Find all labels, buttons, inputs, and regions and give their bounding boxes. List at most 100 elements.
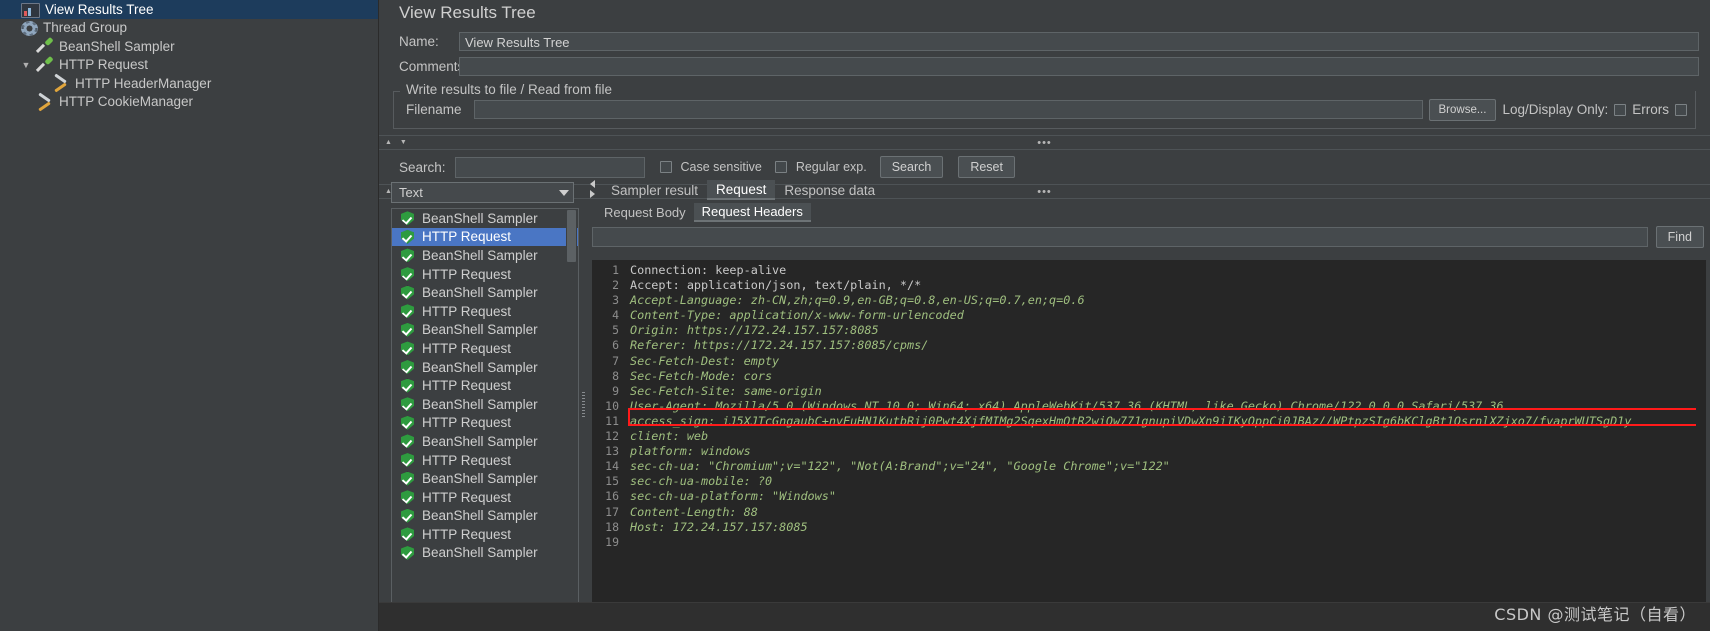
list-item[interactable]: HTTP Request	[392, 376, 578, 395]
chevron-down-icon[interactable]	[559, 189, 569, 196]
list-item[interactable]: HTTP Request	[392, 265, 578, 284]
line-number: 16	[605, 489, 619, 504]
errors-label: Errors	[1632, 102, 1669, 117]
tree-item-beanshell-sampler[interactable]: BeanShell Sampler	[0, 37, 378, 56]
list-item-label: HTTP Request	[422, 378, 512, 394]
code-line: Sec-Fetch-Mode: cors	[630, 368, 773, 383]
list-item-label: HTTP Request	[422, 266, 512, 282]
line-number: 4	[612, 308, 619, 323]
results-icon	[21, 2, 40, 18]
tab-response-data[interactable]: Response data	[775, 180, 884, 200]
render-selector-value: Text	[399, 185, 423, 200]
line-number: 7	[612, 353, 619, 368]
reset-button[interactable]: Reset	[958, 156, 1015, 178]
splitter-grip-icon[interactable]	[582, 391, 585, 418]
request-headers-viewer[interactable]: 1 2 3 4 5 6 7 8 9 10 11 12 13 14 15 16 17 18 19 Connection…	[592, 260, 1706, 631]
list-item[interactable]: BeanShell Sampler	[392, 544, 578, 563]
search-button[interactable]: Search	[879, 156, 944, 178]
success-shield-icon	[401, 545, 414, 560]
list-item[interactable]: BeanShell Sampler	[392, 358, 578, 377]
success-shield-icon	[401, 378, 414, 393]
successes-checkbox[interactable]	[1675, 103, 1687, 116]
success-shield-icon	[401, 508, 414, 523]
test-plan-tree[interactable]: View Results Tree Thread Group BeanShell S…	[0, 0, 379, 631]
list-item[interactable]: BeanShell Sampler	[392, 209, 578, 228]
success-shield-icon	[401, 285, 414, 300]
vertical-splitter[interactable]	[579, 178, 588, 631]
list-item[interactable]: BeanShell Sampler	[392, 395, 578, 414]
list-item[interactable]: BeanShell Sampler	[392, 469, 578, 488]
find-row: Find	[588, 222, 1710, 252]
list-item-label: BeanShell Sampler	[422, 210, 538, 226]
case-sensitive-checkbox[interactable]	[659, 161, 672, 173]
result-list-scroll-thumb[interactable]	[567, 210, 576, 262]
list-item[interactable]: HTTP Request	[392, 488, 578, 507]
list-item[interactable]: BeanShell Sampler	[392, 507, 578, 526]
line-number: 11	[605, 413, 619, 428]
tab-scroll-right-icon[interactable]	[589, 190, 595, 198]
line-number: 2	[612, 278, 619, 293]
code-line: access_sign: iJ5XJTcGngaubC+nvEuHN1KutbR…	[630, 413, 1632, 428]
search-input[interactable]	[454, 156, 645, 178]
name-input[interactable]: View Results Tree	[459, 32, 1699, 51]
render-selector[interactable]: Text	[391, 182, 574, 203]
url-link[interactable]: https://172.24.157.157:8085/cpms/	[694, 338, 928, 352]
find-input[interactable]	[592, 227, 1648, 247]
tree-item-http-cookiemanager[interactable]: HTTP CookieManager	[0, 93, 378, 112]
code-line: Accept: application/json, text/plain, */…	[630, 278, 922, 293]
regular-exp-checkbox[interactable]	[774, 161, 787, 173]
write-results-group: Write results to file / Read from file F…	[393, 82, 1696, 129]
list-item[interactable]: BeanShell Sampler	[392, 246, 578, 265]
list-item[interactable]: HTTP Request	[392, 451, 578, 470]
tree-item-http-headermanager[interactable]: HTTP HeaderManager	[0, 74, 378, 93]
collapse-arrows-icon[interactable]: ▲ ▼	[379, 139, 410, 146]
browse-button[interactable]: Browse...	[1428, 98, 1497, 121]
sampler-result-list[interactable]: BeanShell Sampler HTTP Request BeanShell S…	[391, 208, 579, 631]
code-line: sec-ch-ua-mobile: ?0	[630, 474, 773, 489]
comments-input[interactable]	[459, 57, 1699, 76]
list-item-label: HTTP Request	[422, 340, 512, 356]
result-list-scrollbar[interactable]	[566, 210, 577, 630]
code-line: sec-ch-ua: "Chromium";v="122", "Not(A:Br…	[630, 459, 1170, 474]
find-button[interactable]: Find	[1655, 226, 1704, 248]
errors-checkbox[interactable]	[1614, 103, 1627, 116]
list-item[interactable]: BeanShell Sampler	[392, 432, 578, 451]
list-item-label: HTTP Request	[422, 452, 512, 468]
case-sensitive-label: Case sensitive	[680, 160, 762, 174]
divider-grip-icon[interactable]: •••	[1037, 137, 1052, 148]
list-item[interactable]: HTTP Request	[392, 339, 578, 358]
tree-item-view-results-tree[interactable]: View Results Tree	[0, 0, 378, 19]
tab-request[interactable]: Request	[707, 180, 776, 200]
line-number: 17	[605, 504, 619, 519]
code-line: Content-Length: 88	[630, 504, 758, 519]
divider-upper[interactable]: ▲ ▼ •••	[379, 135, 1710, 150]
filename-input[interactable]	[474, 100, 1423, 119]
list-item[interactable]: HTTP Request	[392, 302, 578, 321]
code-scrollbar[interactable]	[1696, 260, 1706, 631]
url-link[interactable]: https://172.24.157.157:8085	[687, 323, 879, 337]
tab-scroll-left-icon[interactable]	[589, 180, 595, 188]
tab-request-body[interactable]: Request Body	[596, 203, 694, 222]
list-item[interactable]: BeanShell Sampler	[392, 283, 578, 302]
tab-scroll-arrows[interactable]	[588, 179, 596, 199]
line-number: 12	[605, 429, 619, 444]
list-item[interactable]: HTTP Request	[392, 525, 578, 544]
line-number: 18	[605, 519, 619, 534]
code-line: Content-Type: application/x-www-form-url…	[630, 308, 964, 323]
list-item[interactable]: BeanShell Sampler	[392, 321, 578, 340]
list-item-label: HTTP Request	[422, 526, 512, 542]
tab-sampler-result[interactable]: Sampler result	[602, 180, 707, 200]
view-results-tree-panel: View Results Tree Name: View Results Tre…	[379, 0, 1710, 631]
filename-label: Filename	[406, 102, 462, 117]
tree-item-http-request[interactable]: ▼ HTTP Request	[0, 56, 378, 75]
tree-item-thread-group[interactable]: Thread Group	[0, 19, 378, 38]
list-item-label: HTTP Request	[422, 229, 512, 245]
list-item-label: BeanShell Sampler	[422, 508, 538, 524]
tab-request-headers[interactable]: Request Headers	[693, 203, 811, 222]
tree-toggle-icon[interactable]: ▼	[20, 60, 32, 70]
regular-exp-label: Regular exp.	[795, 160, 867, 174]
list-item[interactable]: HTTP Request	[392, 414, 578, 433]
line-number: 6	[612, 338, 619, 353]
line-number: 19	[605, 534, 619, 549]
list-item[interactable]: HTTP Request	[392, 227, 578, 247]
